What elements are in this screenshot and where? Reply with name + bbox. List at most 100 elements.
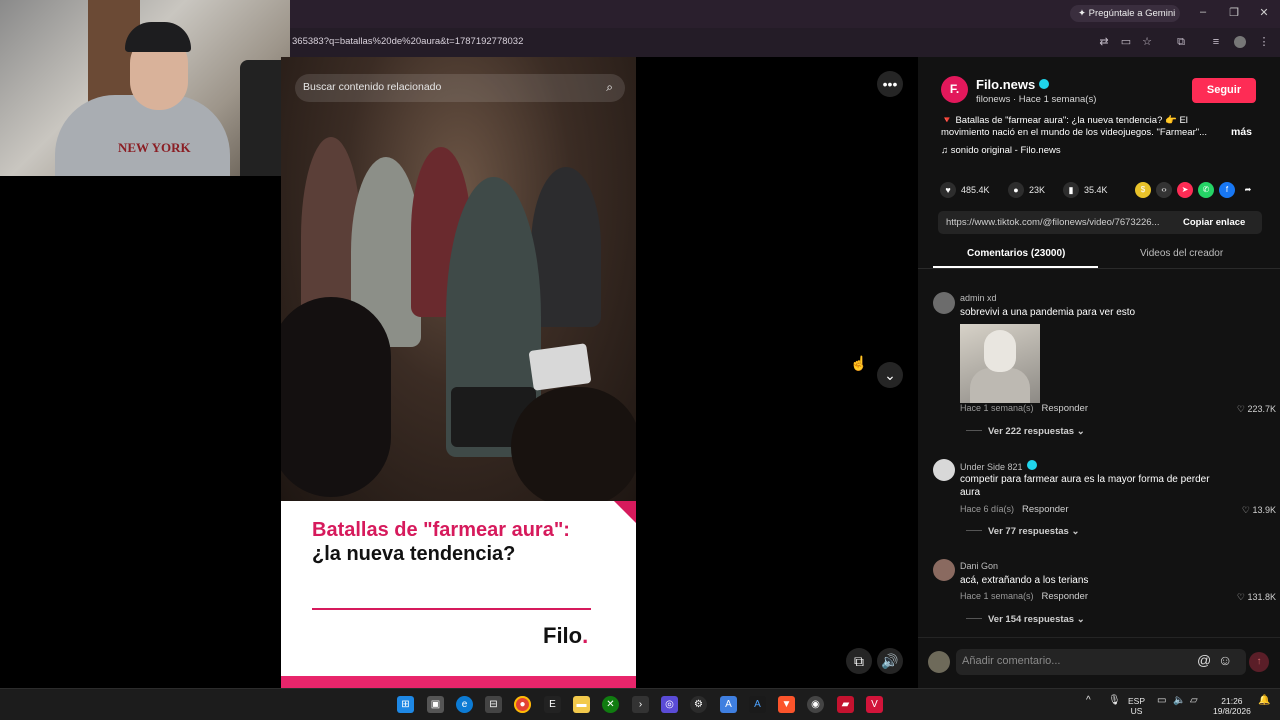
comment-like[interactable]: ♡ 223.7K [1216,404,1276,415]
next-video-chevron-down-icon[interactable]: ⌄ [877,362,903,388]
card-corner-accent [614,501,636,523]
commenter-avatar[interactable] [933,292,955,314]
epic-games-icon[interactable]: E [544,696,561,713]
comment-image-robot[interactable] [960,324,1040,403]
close-icon[interactable]: ✕ [1257,6,1271,19]
app-a-icon[interactable]: A [720,696,737,713]
related-search-input[interactable]: Buscar contenido relacionado ⌕ [295,74,625,102]
comment-like[interactable]: ♡ 131.8K [1216,592,1276,603]
reply-button[interactable]: Responder [1022,504,1068,515]
clock[interactable]: 21:26 19/8/2026 [1213,696,1251,716]
browser-menu-icon[interactable]: ⋮ [1258,36,1270,48]
comment-username[interactable]: Under Side 821 [960,460,1037,472]
comment-button[interactable]: ● 23K [1008,182,1045,198]
webcam-person-body [55,95,230,176]
webcam-feed: NEW YORK [0,0,290,176]
mention-icon[interactable]: @ [1197,652,1211,668]
view-replies-button[interactable]: Ver 77 respuestas ⌄ [966,526,1079,537]
search-icon[interactable]: ⌕ [606,80,613,95]
share-arrow-icon[interactable]: ➦ [1240,182,1256,198]
chrome-icon[interactable]: ● [514,696,531,713]
author-name[interactable]: Filo.news [976,77,1050,92]
address-bar[interactable]: 365383?q=batallas%20de%20aura&t=17871927… [290,28,1280,57]
clock-time: 21:26 [1221,696,1243,706]
author-avatar[interactable]: F. [941,76,968,103]
steam-icon[interactable]: ⚙ [690,696,707,713]
app-a-dark-icon[interactable]: A [749,696,766,713]
more-options-icon[interactable]: ••• [877,71,903,97]
comment-username[interactable]: admin xd [960,293,997,303]
cast-icon[interactable]: ▭ [1120,36,1132,48]
send-to-friends-icon[interactable]: ➤ [1177,182,1193,198]
network-icon[interactable]: ▭ [1157,696,1166,706]
heart-outline-icon: ♡ [1241,505,1253,515]
commenter-avatar[interactable] [933,559,955,581]
card-title: Batallas de "farmear aura": ¿la nueva te… [312,518,572,566]
sound-link[interactable]: ♫ sonido original - Filo.news [941,145,1061,156]
share-tiktok-coin-icon[interactable]: $ [1135,182,1151,198]
floating-player-icon[interactable]: ⧉ [846,648,872,674]
view-replies-label: Ver 222 respuestas [988,426,1075,437]
windows-start-icon[interactable]: ⊞ [397,696,414,713]
app-red-icon[interactable]: ▰ [837,696,854,713]
url-text[interactable]: 365383?q=batallas%20de%20aura&t=17871927… [292,36,523,47]
commenter-avatar[interactable] [933,459,955,481]
video-player[interactable]: Buscar contenido relacionado ⌕ Batallas … [281,57,636,688]
comment-meta: Hace 1 semana(s) Responder [960,591,1088,602]
file-explorer-icon[interactable]: ▬ [573,696,590,713]
brave-icon[interactable]: ▼ [778,696,795,713]
comment-username[interactable]: Dani Gon [960,561,998,571]
minimize-icon[interactable]: – [1196,6,1210,18]
heart-icon: ♥ [940,182,956,198]
comment-text: competir para farmear aura es la mayor f… [960,474,1210,498]
reply-button[interactable]: Responder [1042,403,1088,414]
webcam-hoodie-text: NEW YORK [118,140,191,155]
comment-like[interactable]: ♡ 13.9K [1216,505,1276,516]
view-replies-button[interactable]: Ver 222 respuestas ⌄ [966,426,1085,437]
author-handle: filonews · Hace 1 semana(s) [976,94,1097,105]
speaker-icon[interactable]: 🔈 [1173,696,1185,706]
reading-list-icon[interactable]: ≡ [1210,36,1222,48]
keyboard-layout: US [1130,706,1143,716]
store-icon[interactable]: ⊟ [485,696,502,713]
translate-icon[interactable]: ⇄ [1098,36,1110,48]
restore-icon[interactable]: ❐ [1227,6,1241,19]
app-v-icon[interactable]: V [866,696,883,713]
tab-comments[interactable]: Comentarios (23000) [967,248,1065,259]
comment-time: Hace 1 semana(s) [960,403,1034,413]
like-button[interactable]: ♥ 485.4K [940,182,990,198]
bookmark-star-icon[interactable]: ☆ [1141,36,1153,48]
send-comment-icon[interactable]: ↑ [1249,652,1269,672]
save-button[interactable]: ▮ 35.4K [1063,182,1108,198]
view-replies-button[interactable]: Ver 154 respuestas ⌄ [966,614,1085,625]
extensions-icon[interactable]: ⧉ [1175,36,1187,48]
profile-avatar[interactable] [1234,36,1246,48]
edge-icon[interactable]: e [456,696,473,713]
obs-purple-app-icon[interactable]: ◎ [661,696,678,713]
terminal-icon[interactable]: › [632,696,649,713]
copy-link-button[interactable]: Copiar enlace [1183,217,1245,228]
notifications-icon[interactable]: 🔔 [1258,696,1270,706]
tab-creator-videos[interactable]: Videos del creador [1140,248,1223,259]
copy-link-box: https://www.tiktok.com/@filonews/video/7… [938,211,1262,234]
comment-time: Hace 6 día(s) [960,504,1015,514]
gemini-button[interactable]: ✦ Pregúntale a Gemini [1070,5,1180,22]
video-link-text[interactable]: https://www.tiktok.com/@filonews/video/7… [946,217,1168,228]
language-indicator[interactable]: ESP US [1128,696,1145,716]
facebook-icon[interactable]: f [1219,182,1235,198]
emoji-icon[interactable]: ☺ [1218,652,1232,668]
more-button[interactable]: más [1231,126,1252,138]
related-search-placeholder: Buscar contenido relacionado [303,81,442,93]
task-view-icon[interactable]: ▣ [427,696,444,713]
tray-overflow-chevron-icon[interactable]: ^ [1086,696,1091,706]
obs-icon[interactable]: ◉ [807,696,824,713]
volume-icon[interactable]: 🔊 [877,648,903,674]
xbox-icon[interactable]: ✕ [602,696,619,713]
embed-code-icon[interactable]: ‹› [1156,182,1172,198]
microphone-icon[interactable]: 🎙 [1108,696,1121,706]
reply-button[interactable]: Responder [1042,591,1088,602]
heart-outline-icon: ♡ [1236,404,1248,414]
battery-icon[interactable]: ▱ [1190,696,1198,706]
whatsapp-icon[interactable]: ✆ [1198,182,1214,198]
follow-button[interactable]: Seguir [1192,78,1256,103]
